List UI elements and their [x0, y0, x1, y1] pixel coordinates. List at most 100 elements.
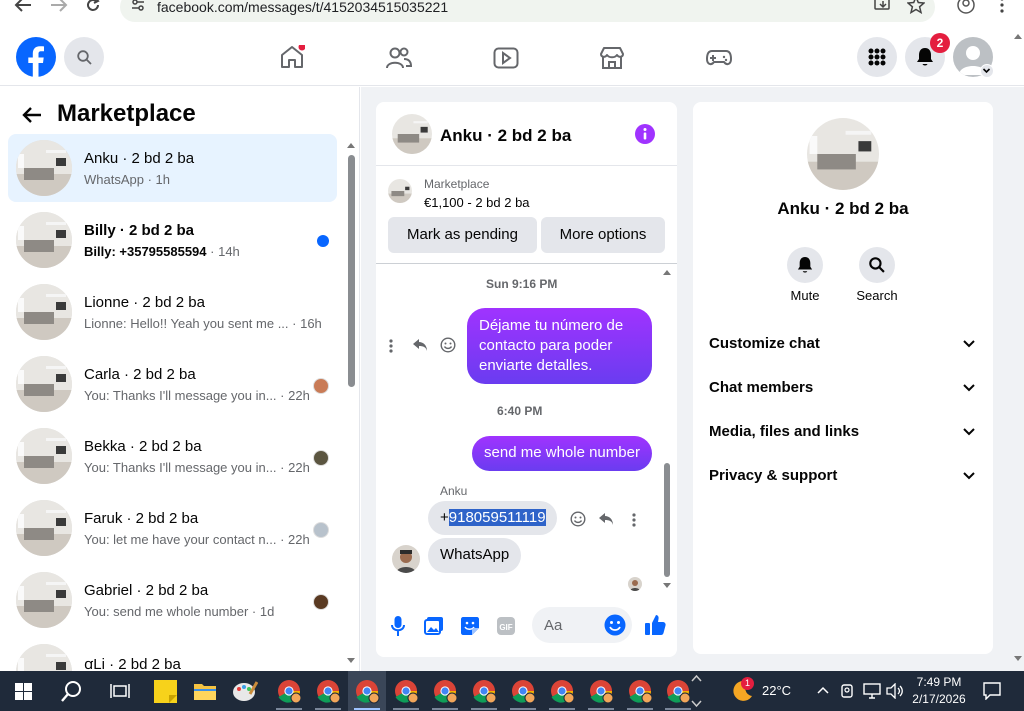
back-icon[interactable]	[14, 0, 32, 12]
message-more-icon[interactable]	[388, 338, 394, 354]
incoming-message[interactable]: WhatsApp	[428, 538, 521, 573]
chat-title[interactable]: Anku · 2 bd 2 ba	[440, 126, 571, 146]
taskbar: 1 22°C 7:49 PM 2/17/2026	[0, 671, 1024, 711]
profile-icon[interactable]	[957, 0, 975, 14]
friends-icon[interactable]	[386, 46, 412, 70]
chrome-taskbar-icon[interactable]	[621, 671, 659, 711]
site-info-icon[interactable]	[130, 0, 146, 12]
show-hidden-icons-icon[interactable]	[816, 685, 830, 695]
gaming-icon[interactable]	[706, 49, 732, 67]
chrome-taskbar-icon[interactable]	[543, 671, 581, 711]
conversation-row[interactable]: ꭤLi · 2 bd 2 ba	[8, 638, 337, 671]
back-arrow-icon[interactable]	[22, 106, 42, 124]
like-thumbs-up-icon[interactable]	[644, 614, 666, 636]
chrome-taskbar-icon[interactable]	[348, 671, 386, 711]
preview-text: You: Thanks I'll message you in...	[84, 460, 277, 475]
chrome-taskbar-icon[interactable]	[426, 671, 464, 711]
preview-time: 22h	[288, 388, 310, 403]
conversation-row[interactable]: Carla · 2 bd 2 ba You: Thanks I'll messag…	[8, 350, 337, 418]
info-icon[interactable]	[635, 124, 655, 144]
marketplace-icon[interactable]	[599, 46, 625, 70]
weather-temperature[interactable]: 22°C	[762, 683, 791, 698]
watch-video-icon[interactable]	[493, 47, 519, 69]
notifications-button[interactable]: 2	[905, 33, 950, 77]
selected-phone-number[interactable]: 918059511119	[448, 509, 546, 526]
preview-text: Lionne: Hello!! Yeah you sent me ...	[84, 316, 289, 331]
timestamp: Sun 9:16 PM	[486, 277, 558, 291]
chevron-down-icon[interactable]	[962, 471, 976, 481]
conversation-row[interactable]: Anku · 2 bd 2 ba WhatsApp · 1h	[8, 134, 337, 202]
sticker-icon[interactable]	[460, 616, 480, 636]
page-scroll-down-icon[interactable]	[1013, 655, 1023, 663]
chevron-down-icon[interactable]	[962, 339, 976, 349]
media-files-links-section[interactable]: Media, files and links	[709, 423, 979, 440]
reload-icon[interactable]	[85, 0, 101, 13]
search-in-chat-button[interactable]	[859, 247, 895, 283]
react-emoji-icon[interactable]	[440, 337, 456, 353]
bell-icon	[797, 256, 813, 274]
menu-button[interactable]	[857, 37, 897, 77]
emoji-icon[interactable]	[604, 614, 626, 636]
microphone-icon[interactable]	[390, 615, 406, 637]
chevron-down-icon[interactable]	[962, 383, 976, 393]
chat-avatar[interactable]	[392, 114, 432, 154]
account-chevron-icon[interactable]	[980, 64, 994, 78]
reply-icon[interactable]	[412, 338, 428, 352]
listing-thumbnail[interactable]	[388, 179, 412, 203]
bookmark-star-icon[interactable]	[907, 0, 925, 14]
chrome-taskbar-icon[interactable]	[582, 671, 620, 711]
conversation-row[interactable]: Billy · 2 bd 2 ba Billy: +35795585594 · 1…	[8, 206, 337, 274]
network-icon[interactable]	[863, 683, 881, 699]
conversation-row[interactable]: Bekka · 2 bd 2 ba You: Thanks I'll messag…	[8, 422, 337, 490]
paint-icon[interactable]	[232, 680, 258, 702]
more-options-button[interactable]: More options	[541, 217, 665, 253]
chat-scrollbar[interactable]	[662, 267, 672, 593]
incoming-message[interactable]: +918059511119	[428, 501, 557, 535]
notification-center-icon[interactable]	[983, 682, 1001, 700]
conversation-thumbnail	[16, 140, 72, 196]
install-app-icon[interactable]	[874, 0, 892, 13]
outgoing-message[interactable]: send me whole number	[472, 436, 652, 471]
chrome-taskbar-icon[interactable]	[270, 671, 308, 711]
chat-members-section[interactable]: Chat members	[709, 379, 979, 396]
search-button[interactable]	[64, 37, 104, 77]
clock-time[interactable]: 7:49 PM	[906, 675, 972, 689]
gallery-icon[interactable]	[424, 616, 444, 636]
windows-start-icon[interactable]	[15, 683, 32, 700]
listing-price[interactable]: €1,100 - 2 bd 2 ba	[424, 195, 530, 210]
taskbar-scroll[interactable]	[688, 671, 705, 711]
customize-chat-section[interactable]: Customize chat	[709, 335, 979, 352]
mute-button[interactable]	[787, 247, 823, 283]
react-emoji-icon[interactable]	[570, 511, 586, 527]
message-more-icon[interactable]	[631, 512, 637, 528]
gif-icon[interactable]: GIF	[496, 616, 516, 636]
browser-menu-icon[interactable]	[999, 0, 1005, 14]
conversation-row[interactable]: Lionne · 2 bd 2 ba Lionne: Hello!! Yeah y…	[8, 278, 337, 346]
home-icon[interactable]	[279, 45, 305, 69]
facebook-logo-icon[interactable]	[16, 37, 56, 77]
chrome-taskbar-icon[interactable]	[309, 671, 347, 711]
chrome-taskbar-icon[interactable]	[504, 671, 542, 711]
clock-date[interactable]: 2/17/2026	[906, 692, 972, 706]
reply-icon[interactable]	[598, 512, 614, 526]
conversation-row[interactable]: Faruk · 2 bd 2 ba You: let me have your c…	[8, 494, 337, 562]
forward-icon[interactable]	[50, 0, 68, 12]
conversation-list-panel: Marketplace Anku · 2 bd 2 ba WhatsApp · 1…	[0, 87, 360, 671]
chrome-taskbar-icon[interactable]	[465, 671, 503, 711]
sender-avatar[interactable]	[392, 545, 420, 573]
volume-icon[interactable]	[886, 683, 904, 699]
profile-photo[interactable]	[807, 118, 879, 190]
sticky-notes-icon[interactable]	[154, 680, 177, 703]
outgoing-message[interactable]: Déjame tu número de contacto para poder …	[467, 308, 652, 384]
privacy-support-section[interactable]: Privacy & support	[709, 467, 979, 484]
scrollbar[interactable]	[344, 139, 358, 669]
conversation-row[interactable]: Gabriel · 2 bd 2 ba You: send me whole nu…	[8, 566, 337, 634]
taskbar-search-icon[interactable]	[61, 680, 83, 702]
page-scroll-up-icon[interactable]	[1013, 32, 1023, 40]
mark-as-pending-button[interactable]: Mark as pending	[388, 217, 537, 253]
file-explorer-icon[interactable]	[193, 681, 217, 701]
meet-now-icon[interactable]	[840, 683, 854, 699]
task-view-icon[interactable]	[110, 682, 130, 700]
chevron-down-icon[interactable]	[962, 427, 976, 437]
chrome-taskbar-icon[interactable]	[387, 671, 425, 711]
